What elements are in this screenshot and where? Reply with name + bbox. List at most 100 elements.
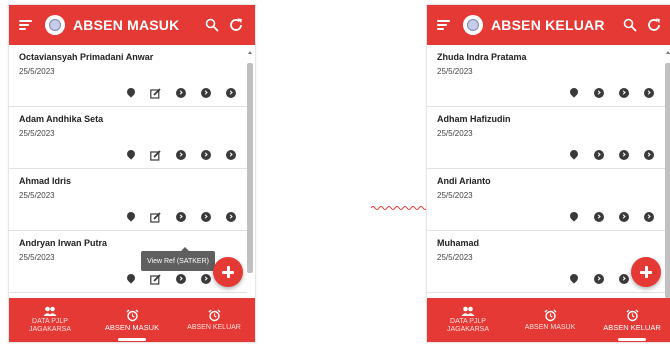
attendance-date: 25/5/2023 xyxy=(19,67,55,76)
chevron-right-icon[interactable] xyxy=(168,210,193,224)
absen-masuk-screen: ABSEN MASUK Octaviansyah Primadani Anwar… xyxy=(8,4,256,343)
nav-label: DATA PJLP xyxy=(32,318,68,325)
location-pin-icon[interactable] xyxy=(118,86,143,100)
app-logo xyxy=(45,15,65,35)
nav-item-absen-keluar[interactable]: ABSEN KELUAR xyxy=(591,298,670,342)
attendance-list: Zhuda Indra Pratama 25/5/2023 Adham Hafi… xyxy=(427,45,665,301)
nav-item-absen-masuk[interactable]: ABSEN MASUK xyxy=(91,298,173,342)
chevron-right-icon[interactable] xyxy=(636,148,661,162)
stage: ABSEN MASUK Octaviansyah Primadani Anwar… xyxy=(0,0,670,346)
chevron-right-icon[interactable] xyxy=(193,210,218,224)
nav-item-absen-masuk[interactable]: ABSEN MASUK xyxy=(509,298,591,342)
add-button[interactable] xyxy=(213,257,243,287)
chevron-right-icon[interactable] xyxy=(218,148,243,162)
employee-name: Zhuda Indra Pratama xyxy=(437,52,527,62)
list-item[interactable]: Muhamad 25/5/2023 xyxy=(427,231,665,293)
list-item[interactable]: Zhuda Indra Pratama 25/5/2023 xyxy=(427,45,665,107)
app-logo xyxy=(463,15,483,35)
chevron-right-icon[interactable] xyxy=(586,148,611,162)
active-indicator xyxy=(118,338,146,341)
chevron-right-icon[interactable] xyxy=(193,86,218,100)
app-bar: ABSEN KELUAR xyxy=(427,5,670,45)
absen-keluar-screen: ABSEN KELUAR Zhuda Indra Pratama 25/5/20… xyxy=(426,4,670,343)
location-pin-icon[interactable] xyxy=(561,210,586,224)
menu-icon[interactable] xyxy=(437,19,451,31)
edit-icon[interactable] xyxy=(143,86,168,100)
chevron-right-icon[interactable] xyxy=(611,86,636,100)
nav-label: ABSEN MASUK xyxy=(104,322,160,332)
tooltip: View Ref (SATKER) xyxy=(141,247,215,271)
nav-label: ABSEN KELUAR xyxy=(187,323,241,331)
page-title: ABSEN KELUAR xyxy=(491,17,605,33)
location-pin-icon[interactable] xyxy=(561,86,586,100)
alarm-icon xyxy=(208,309,220,321)
nav-label: ABSEN MASUK xyxy=(524,323,576,331)
item-actions xyxy=(118,148,243,162)
bottom-navigation: DATA PJLP JAGAKARSA ABSEN MASUK ABSEN KE… xyxy=(9,298,255,342)
nav-label: ABSEN KELUAR xyxy=(603,322,661,332)
chevron-right-icon[interactable] xyxy=(586,210,611,224)
refresh-icon[interactable] xyxy=(643,14,665,36)
location-pin-icon[interactable] xyxy=(561,148,586,162)
bottom-navigation: DATA PJLP JAGAKARSA ABSEN MASUK ABSEN KE… xyxy=(427,298,670,342)
chevron-right-icon[interactable] xyxy=(168,272,193,286)
employee-name: Andi Arianto xyxy=(437,176,491,186)
menu-icon[interactable] xyxy=(19,19,33,31)
edit-icon[interactable] xyxy=(143,272,168,286)
item-actions xyxy=(561,210,661,224)
list-item[interactable]: Octaviansyah Primadani Anwar 25/5/2023 xyxy=(9,45,247,107)
employee-name: Andryan Irwan Putra xyxy=(19,238,108,248)
edit-icon[interactable] xyxy=(143,210,168,224)
add-button[interactable] xyxy=(631,257,661,287)
list-item[interactable]: Ahmad Idris 25/5/2023 xyxy=(9,169,247,231)
chevron-right-icon[interactable] xyxy=(611,210,636,224)
chevron-right-icon[interactable] xyxy=(168,86,193,100)
scroll-up-arrow-icon[interactable] xyxy=(666,51,670,54)
chevron-right-icon[interactable] xyxy=(218,210,243,224)
list-item[interactable]: Adam Andhika Seta 25/5/2023 xyxy=(9,107,247,169)
list-item[interactable]: Adham Hafizudin 25/5/2023 xyxy=(427,107,665,169)
scrollbar-thumb[interactable] xyxy=(247,63,253,273)
chevron-right-icon[interactable] xyxy=(611,148,636,162)
chevron-right-icon[interactable] xyxy=(586,86,611,100)
employee-name: Octaviansyah Primadani Anwar xyxy=(19,52,154,62)
chevron-right-icon[interactable] xyxy=(586,272,611,286)
nav-item-data-pjlp[interactable]: DATA PJLP JAGAKARSA xyxy=(9,298,91,342)
nav-label: JAGAKARSA xyxy=(28,326,71,333)
scroll-up-arrow-icon[interactable] xyxy=(248,51,252,54)
location-pin-icon[interactable] xyxy=(118,148,143,162)
people-icon xyxy=(43,306,57,316)
search-icon[interactable] xyxy=(619,14,641,36)
employee-name: Adam Andhika Seta xyxy=(19,114,104,124)
list-item[interactable]: Andi Arianto 25/5/2023 xyxy=(427,169,665,231)
chevron-right-icon[interactable] xyxy=(636,86,661,100)
chevron-right-icon[interactable] xyxy=(168,148,193,162)
nav-item-absen-keluar[interactable]: ABSEN KELUAR xyxy=(173,298,255,342)
item-actions xyxy=(118,210,243,224)
connector-line xyxy=(371,206,427,210)
nav-label: DATA PJLP xyxy=(450,318,486,325)
active-indicator xyxy=(618,338,646,341)
scrollbar[interactable] xyxy=(247,45,253,301)
employee-name: Ahmad Idris xyxy=(19,176,72,186)
edit-icon[interactable] xyxy=(143,148,168,162)
attendance-date: 25/5/2023 xyxy=(437,191,473,200)
alarm-icon xyxy=(544,309,556,321)
location-pin-icon[interactable] xyxy=(118,272,143,286)
attendance-date: 25/5/2023 xyxy=(19,129,55,138)
employee-name: Muhamad xyxy=(437,238,480,248)
location-pin-icon[interactable] xyxy=(561,272,586,286)
item-actions xyxy=(118,86,243,100)
scrollbar-thumb[interactable] xyxy=(665,63,670,298)
attendance-date: 25/5/2023 xyxy=(437,67,473,76)
scrollbar[interactable] xyxy=(665,45,670,301)
refresh-icon[interactable] xyxy=(225,14,247,36)
chevron-right-icon[interactable] xyxy=(193,148,218,162)
alarm-icon xyxy=(126,309,138,321)
nav-item-data-pjlp[interactable]: DATA PJLP JAGAKARSA xyxy=(427,298,509,342)
chevron-right-icon[interactable] xyxy=(636,210,661,224)
location-pin-icon[interactable] xyxy=(118,210,143,224)
search-icon[interactable] xyxy=(201,14,223,36)
chevron-right-icon[interactable] xyxy=(218,86,243,100)
app-bar: ABSEN MASUK xyxy=(9,5,255,45)
